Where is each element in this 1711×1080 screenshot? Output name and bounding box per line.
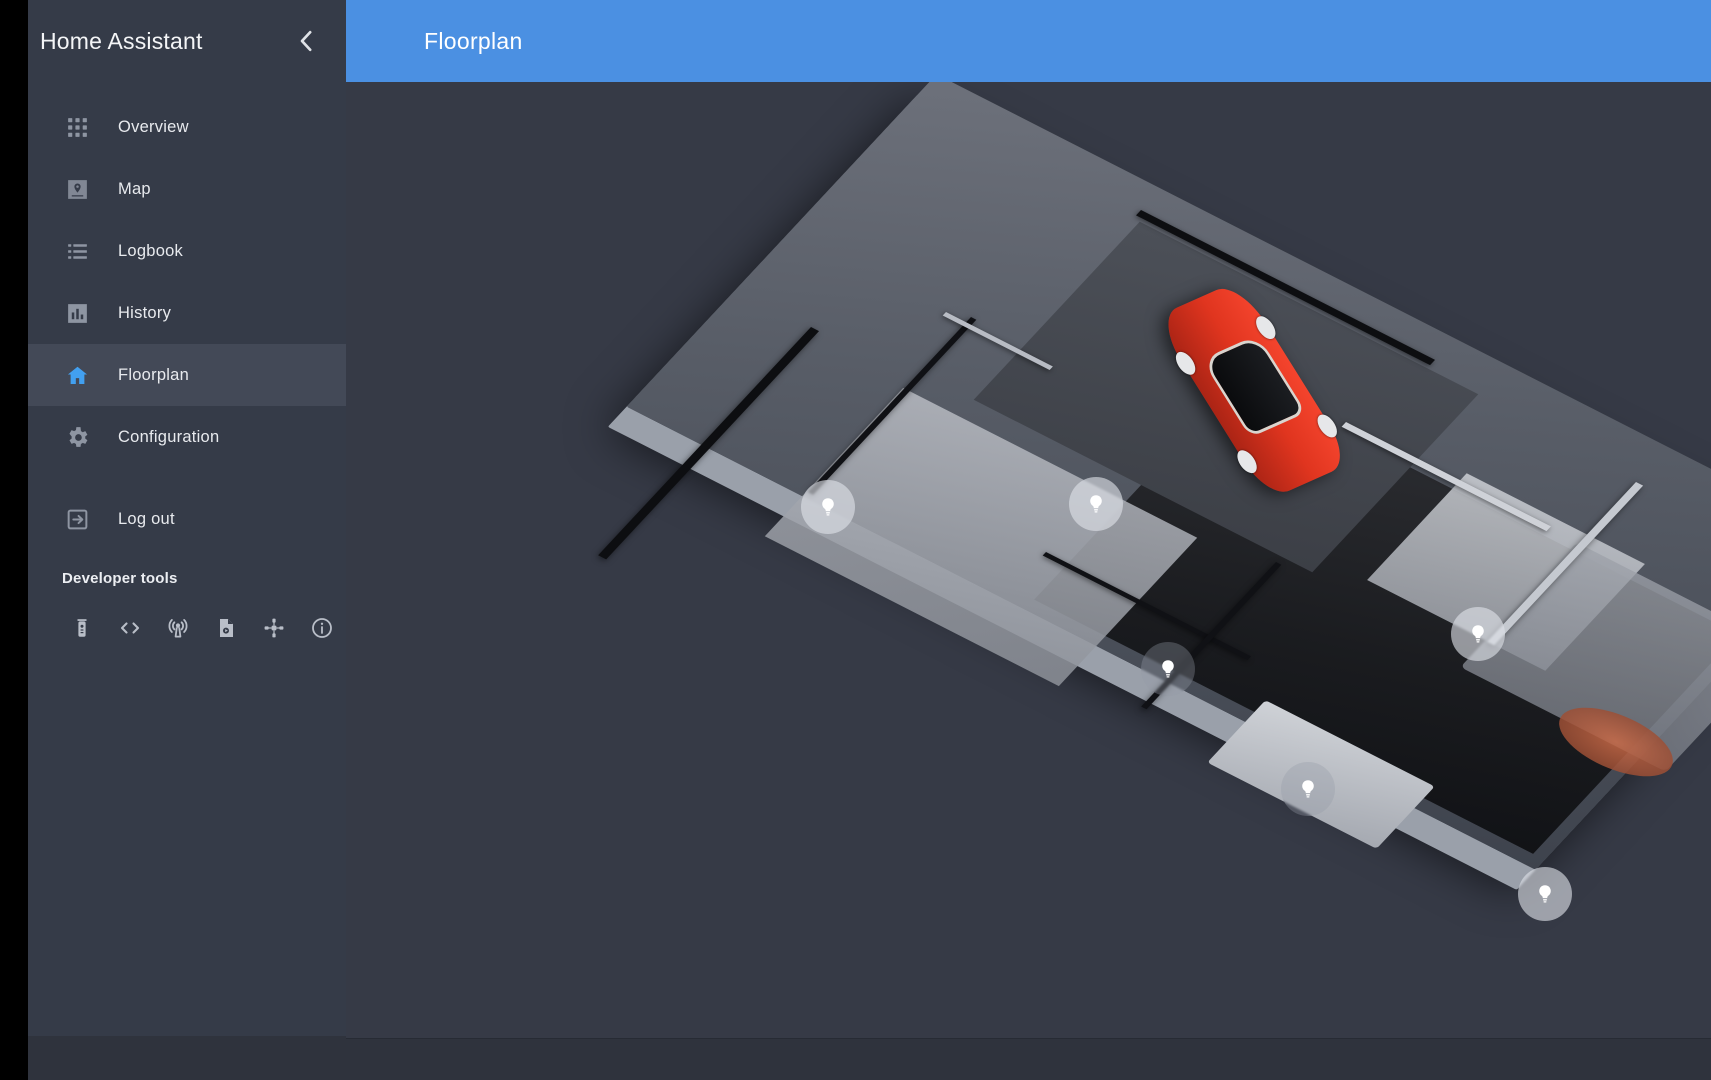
exit-to-app-icon xyxy=(50,507,104,532)
lightbulb-icon xyxy=(1090,495,1102,513)
sidebar-item-floorplan[interactable]: Floorplan xyxy=(28,344,346,406)
sidebar-nav: Overview Map Logbook History Floorplan C… xyxy=(28,82,346,550)
light-marker-hall-lower[interactable] xyxy=(1518,867,1572,921)
light-marker-entry[interactable] xyxy=(1069,477,1123,531)
chevron-left-icon xyxy=(300,30,312,52)
light-marker-hallway[interactable] xyxy=(801,480,855,534)
info-circle-icon[interactable] xyxy=(298,602,346,654)
sidebar-item-label: Configuration xyxy=(118,427,220,446)
page-title: Floorplan xyxy=(424,27,523,54)
sidebar-item-logbook[interactable]: Logbook xyxy=(28,220,346,282)
apps-grid-icon xyxy=(50,115,104,140)
sidebar-header: Home Assistant xyxy=(28,0,346,82)
sidebar-item-label: Overview xyxy=(118,117,189,136)
sidebar-item-label: Floorplan xyxy=(118,365,190,384)
floorplan-stage[interactable]: Living Room State: off Last changed date… xyxy=(346,82,1711,1080)
chart-box-icon xyxy=(50,301,104,326)
sidebar-item-overview[interactable]: Overview xyxy=(28,96,346,158)
gear-icon xyxy=(50,425,104,450)
broadcast-events-icon[interactable] xyxy=(154,602,202,654)
sidebar-item-logout[interactable]: Log out xyxy=(28,488,346,550)
sidebar-item-label: Logbook xyxy=(118,241,184,260)
sidebar-bottom-band xyxy=(28,1036,346,1080)
format-list-icon xyxy=(50,239,104,264)
mqtt-node-icon[interactable] xyxy=(250,602,298,654)
lightbulb-icon xyxy=(1302,780,1314,798)
light-marker-kitchen[interactable] xyxy=(1451,607,1505,661)
sidebar-item-label: History xyxy=(118,303,172,322)
sidebar-item-history[interactable]: History xyxy=(28,282,346,344)
home-icon xyxy=(50,363,104,388)
main-content: Floorplan xyxy=(346,0,1711,1080)
sidebar-item-map[interactable]: Map xyxy=(28,158,346,220)
lightbulb-icon xyxy=(1472,625,1484,643)
lightbulb-icon xyxy=(1162,660,1174,678)
remote-services-icon[interactable] xyxy=(58,602,106,654)
stage-bottom-band xyxy=(346,1038,1711,1080)
sidebar-item-label: Log out xyxy=(118,509,175,528)
lightbulb-icon xyxy=(822,498,834,516)
top-app-bar: Floorplan xyxy=(346,0,1711,82)
sidebar-item-label: Map xyxy=(118,179,151,198)
light-marker-dining[interactable] xyxy=(1281,762,1335,816)
file-states-icon[interactable] xyxy=(202,602,250,654)
sidebar-item-configuration[interactable]: Configuration xyxy=(28,406,346,468)
developer-tools-heading: Developer tools xyxy=(62,570,178,587)
code-template-icon[interactable] xyxy=(106,602,154,654)
developer-tools-icon-row xyxy=(28,602,346,654)
sidebar-collapse-button[interactable] xyxy=(292,26,322,56)
sidebar: Home Assistant Overview Map Logbook Hist… xyxy=(0,0,346,1080)
floorplan-3d-render xyxy=(346,82,1711,1080)
app-title: Home Assistant xyxy=(40,27,203,54)
map-marker-icon xyxy=(50,177,104,202)
lightbulb-icon xyxy=(1539,885,1551,903)
home-assistant-app: Home Assistant Overview Map Logbook Hist… xyxy=(0,0,1711,1080)
light-marker-bedroom[interactable] xyxy=(1141,642,1195,696)
